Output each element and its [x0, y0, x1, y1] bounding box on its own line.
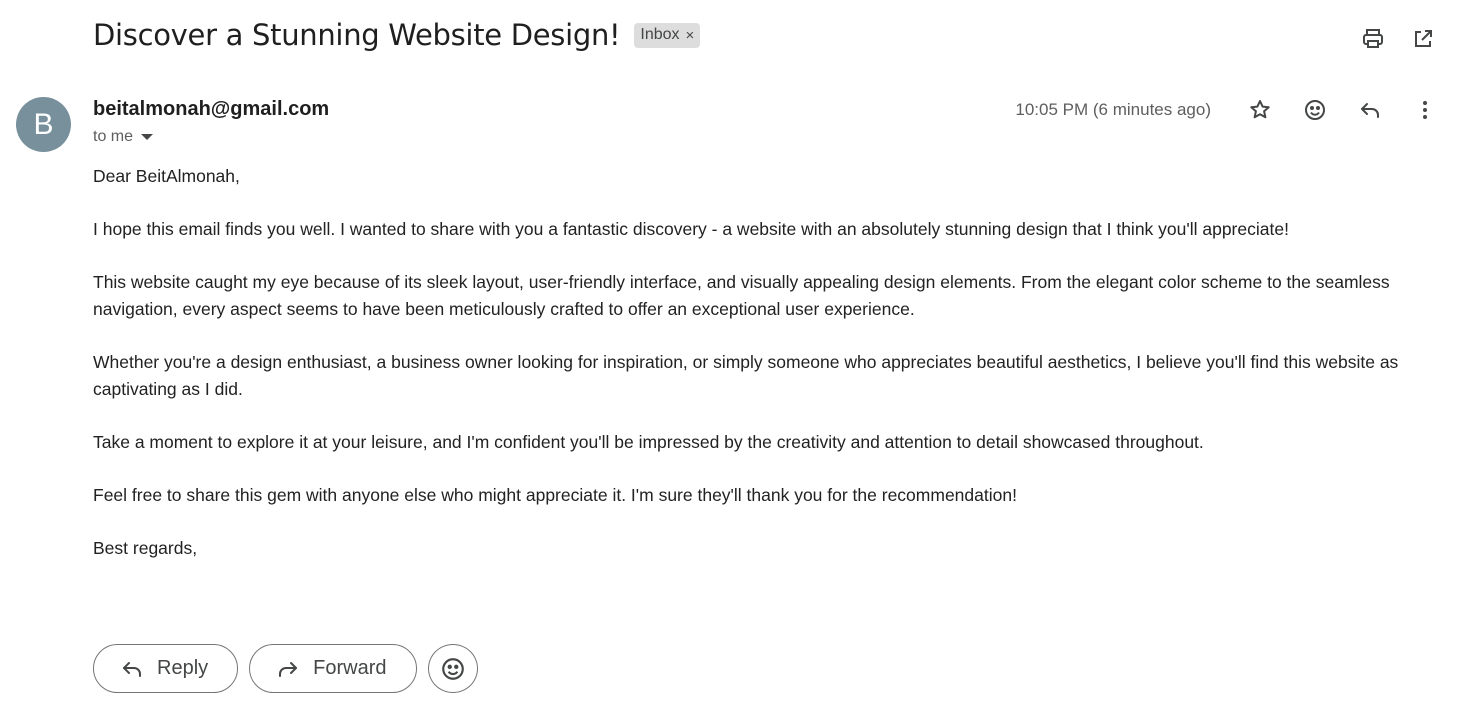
forward-button[interactable]: Forward: [249, 644, 417, 693]
body-paragraph: Dear BeitAlmonah,: [93, 166, 240, 186]
thread-actions: [1355, 24, 1441, 54]
email-view: Discover a Stunning Website Design! Inbo…: [0, 0, 1457, 726]
more-options-button[interactable]: [1403, 94, 1447, 126]
subject-row: Discover a Stunning Website Design! Inbo…: [93, 18, 701, 52]
message-timestamp: 10:05 PM (6 minutes ago): [1015, 100, 1211, 119]
body-paragraph: I hope this email finds you well. I want…: [93, 219, 1289, 239]
open-in-new-window-button[interactable]: [1405, 24, 1441, 54]
print-button[interactable]: [1355, 24, 1391, 54]
body-paragraph: This website caught my eye because of it…: [93, 272, 1390, 319]
body-paragraph: Feel free to share this gem with anyone …: [93, 485, 1017, 505]
emoji-reaction-icon: [441, 657, 464, 680]
message-meta: 10:05 PM (6 minutes ago): [1015, 94, 1447, 126]
email-subject: Discover a Stunning Website Design!: [93, 18, 621, 52]
inbox-label-chip[interactable]: Inbox ×: [634, 22, 701, 48]
sender-avatar[interactable]: B: [16, 97, 71, 152]
remove-label-button[interactable]: ×: [686, 27, 695, 44]
open-in-new-window-icon: [1415, 30, 1432, 47]
star-button[interactable]: [1238, 94, 1282, 126]
reply-icon: [1361, 103, 1379, 118]
star-icon: [1250, 100, 1270, 119]
reply-icon-button[interactable]: [1348, 94, 1392, 126]
sender-address[interactable]: beitalmonah@gmail.com: [93, 98, 329, 121]
forward-label: Forward: [313, 657, 387, 679]
show-details-dropdown-icon[interactable]: [141, 134, 154, 140]
reply-actions: Reply Forward: [93, 644, 478, 693]
reply-button[interactable]: Reply: [93, 644, 239, 693]
label-text: Inbox: [640, 26, 680, 43]
reply-icon: [123, 661, 141, 677]
add-reaction-button[interactable]: [1293, 94, 1337, 126]
body-paragraph: Best regards,: [93, 538, 198, 558]
print-icon: [1363, 29, 1383, 48]
body-paragraph: Take a moment to explore it at your leis…: [93, 432, 1204, 452]
more-vertical-icon: [1423, 101, 1427, 119]
forward-icon: [279, 661, 298, 677]
recipient-line: to me: [93, 128, 154, 146]
emoji-reaction-icon: [1305, 100, 1325, 120]
recipient-text: to me: [93, 128, 134, 145]
react-emoji-button[interactable]: [427, 644, 478, 693]
reply-label: Reply: [157, 657, 209, 679]
body-paragraph: Whether you're a design enthusiast, a bu…: [93, 352, 1399, 399]
email-body: Dear BeitAlmonah, I hope this email find…: [93, 163, 1438, 588]
